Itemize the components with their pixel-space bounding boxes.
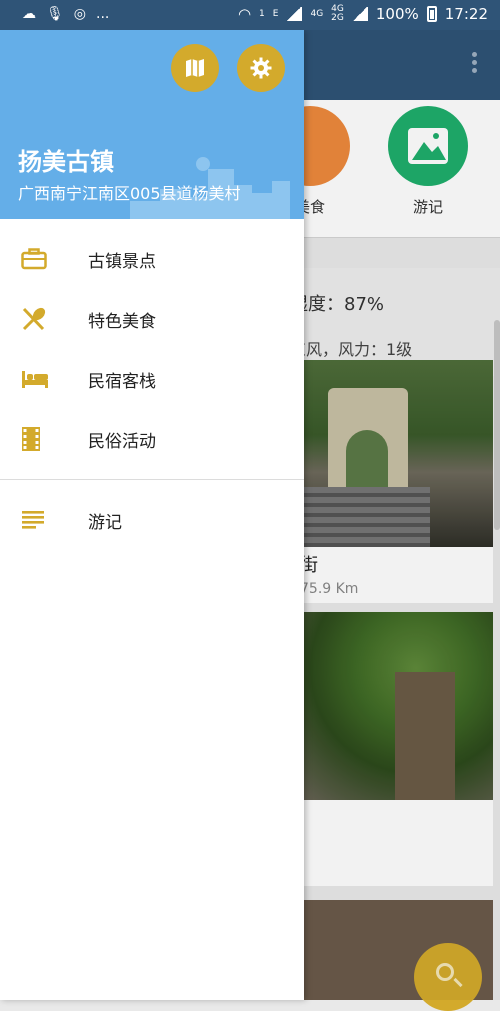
menu-item-guesthouses[interactable]: 民宿客栈 [0, 349, 304, 409]
status-left-icons: ☁ 🎙 ◎ ... [22, 6, 109, 22]
briefcase-icon [21, 248, 47, 270]
map-button[interactable] [171, 44, 219, 92]
wifi-icon: ◠ [237, 5, 252, 23]
utensils-icon [22, 307, 46, 331]
status-bar: ☁ 🎙 ◎ ... ◠ 1 E 4G 4G 2G 100% 17:22 [0, 0, 500, 30]
menu-item-label: 特色美食 [88, 311, 156, 332]
microphone-icon: 🎙 [46, 6, 64, 22]
menu-item-label: 古镇景点 [88, 251, 156, 272]
drawer-header: 扬美古镇 广西南宁江南区005县道杨美村 [0, 30, 304, 219]
map-icon [186, 59, 204, 77]
more-notifications: ... [96, 6, 110, 22]
film-icon [22, 427, 40, 451]
menu-item-scenic-spots[interactable]: 古镇景点 [0, 229, 304, 289]
sim-badge: 1 [259, 8, 265, 19]
menu-item-travelogue[interactable]: 游记 [0, 490, 304, 550]
signal-icon [286, 7, 303, 21]
carrier-e-label: E [272, 8, 279, 19]
signal-icon-2 [351, 7, 368, 21]
battery-percent: 100% [375, 5, 419, 23]
settings-button[interactable] [237, 44, 285, 92]
menu-item-local-food[interactable]: 特色美食 [0, 289, 304, 349]
status-right-icons: ◠ 1 E 4G 4G 2G 100% 17:22 [237, 5, 488, 24]
menu-item-folk-activities[interactable]: 民俗活动 [0, 409, 304, 469]
clock: 17:22 [444, 5, 488, 23]
network-4g-label: 4G [310, 8, 324, 19]
drawer-title: 扬美古镇 [18, 148, 114, 176]
menu-item-label: 民宿客栈 [88, 371, 156, 392]
menu-item-label: 游记 [88, 512, 122, 533]
cloud-icon: ☁ [22, 6, 36, 22]
navigation-drawer: 扬美古镇 广西南宁江南区005县道杨美村 古镇景点 特色美食 民宿客栈 民俗活动… [0, 30, 304, 1000]
sync-icon: ◎ [73, 6, 86, 22]
bed-icon [22, 371, 48, 388]
network-2g-label: 2G [331, 13, 344, 23]
menu-divider [0, 479, 304, 480]
menu-item-label: 民俗活动 [88, 431, 156, 452]
network-dual-label: 4G 2G [331, 5, 344, 23]
drawer-menu: 古镇景点 特色美食 民宿客栈 民俗活动 游记 [0, 219, 304, 550]
drawer-address: 广西南宁江南区005县道杨美村 [18, 184, 241, 203]
battery-icon [426, 6, 437, 22]
gear-icon [250, 57, 272, 79]
notes-icon [22, 511, 44, 529]
